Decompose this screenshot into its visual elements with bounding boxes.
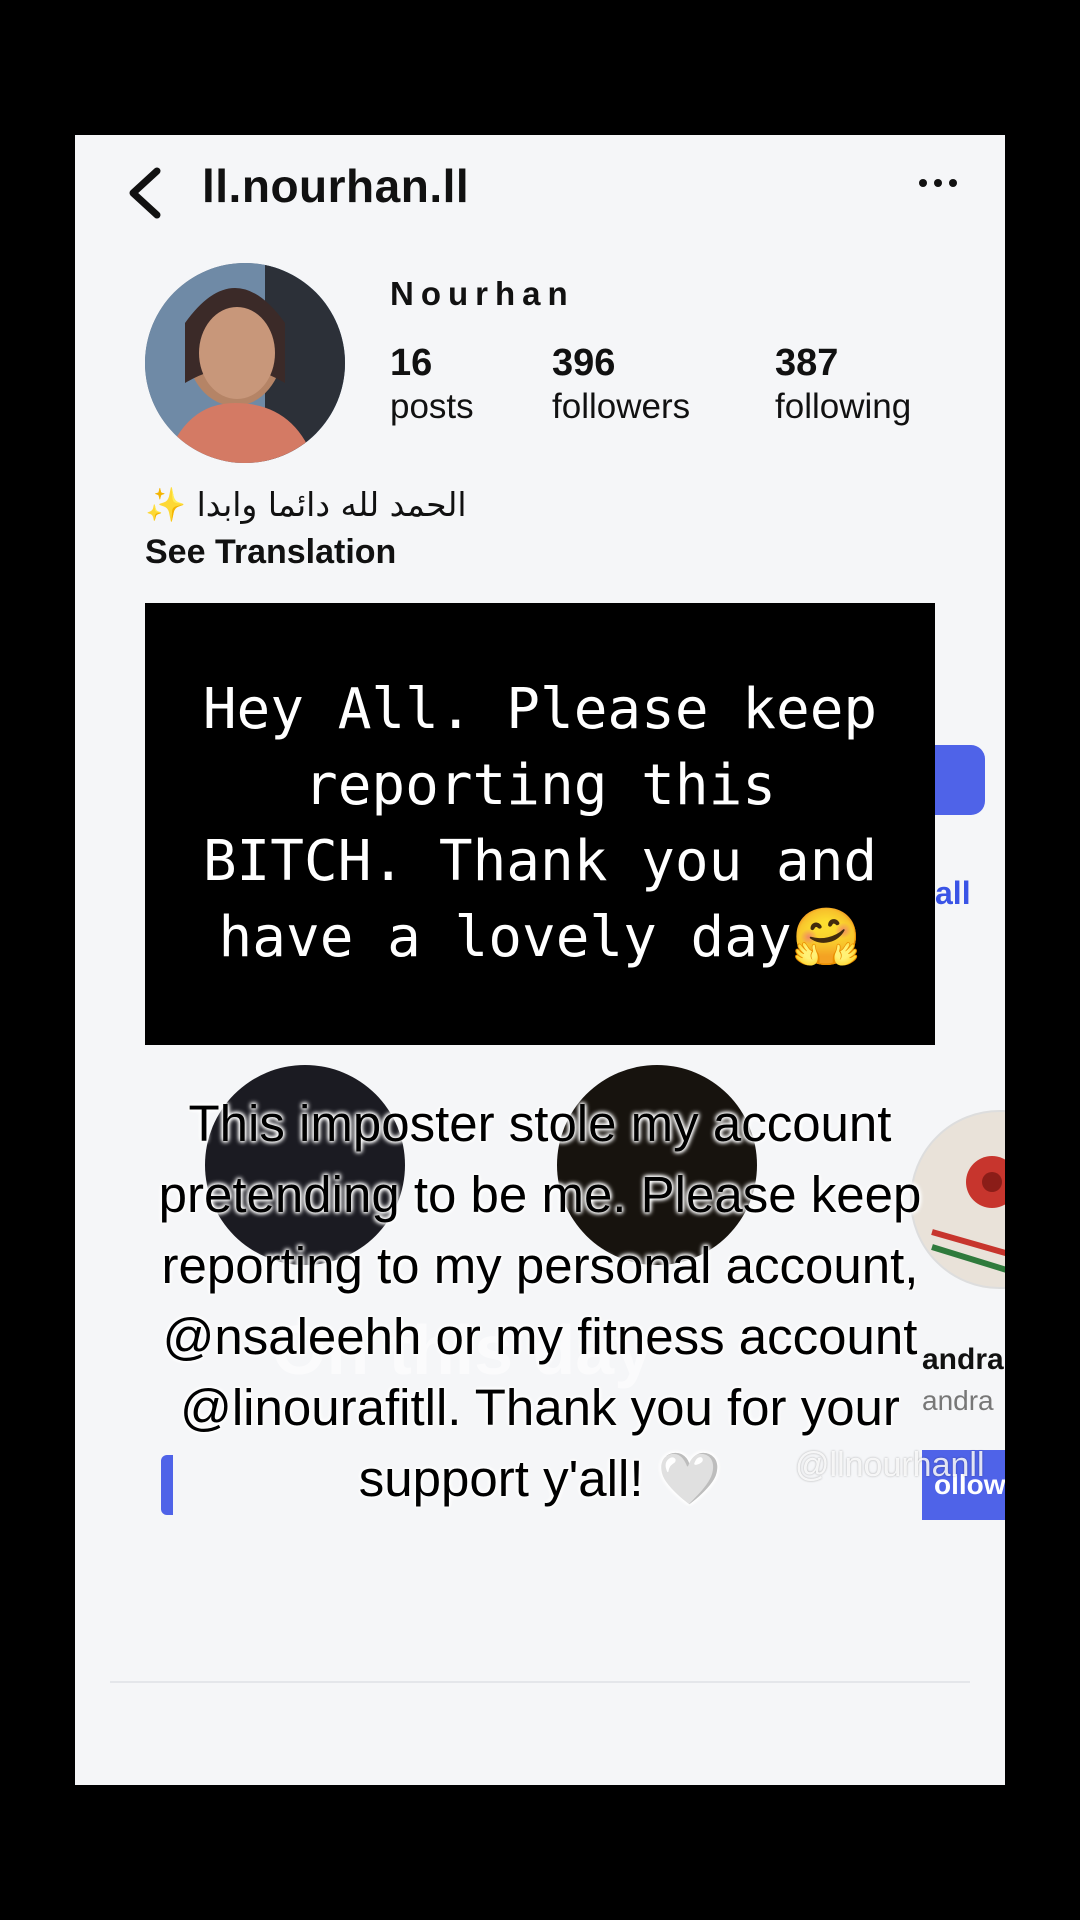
- see-translation-link[interactable]: See Translation: [145, 533, 396, 572]
- top-bar: ll.nourhan.ll: [75, 135, 1005, 245]
- stat-followers[interactable]: 396 followers: [552, 340, 690, 428]
- overlay-caption: This imposter stole my account pretendin…: [150, 1088, 930, 1514]
- avatar[interactable]: [145, 263, 345, 463]
- followers-label: followers: [552, 387, 691, 426]
- following-count: 387: [775, 342, 839, 384]
- posts-count: 16: [390, 342, 433, 384]
- back-arrow-icon[interactable]: [123, 163, 167, 223]
- divider: [110, 1681, 970, 1683]
- profile-username: ll.nourhan.ll: [202, 160, 470, 212]
- overlay-caption-text: This imposter stole my account pretendin…: [158, 1095, 922, 1507]
- stat-posts[interactable]: 16 posts: [390, 340, 474, 428]
- posts-label: posts: [390, 387, 474, 426]
- see-all-link[interactable]: all: [935, 875, 971, 912]
- caption-text: Hey All. Please keep reporting this BITC…: [202, 677, 878, 970]
- followers-count: 396: [552, 342, 616, 384]
- suggested-name: andra: [922, 1343, 1004, 1376]
- following-label: following: [775, 387, 912, 426]
- caption-box: Hey All. Please keep reporting this BITC…: [145, 603, 935, 1045]
- bio-text: الحمد لله دائما وابدا ✨: [145, 485, 467, 524]
- suggested-handle: andra: [922, 1385, 994, 1416]
- display-name: Nourhan: [390, 275, 575, 312]
- stat-following[interactable]: 387 following: [775, 340, 911, 428]
- more-options-icon[interactable]: [913, 163, 963, 203]
- avatar-image: [145, 263, 345, 463]
